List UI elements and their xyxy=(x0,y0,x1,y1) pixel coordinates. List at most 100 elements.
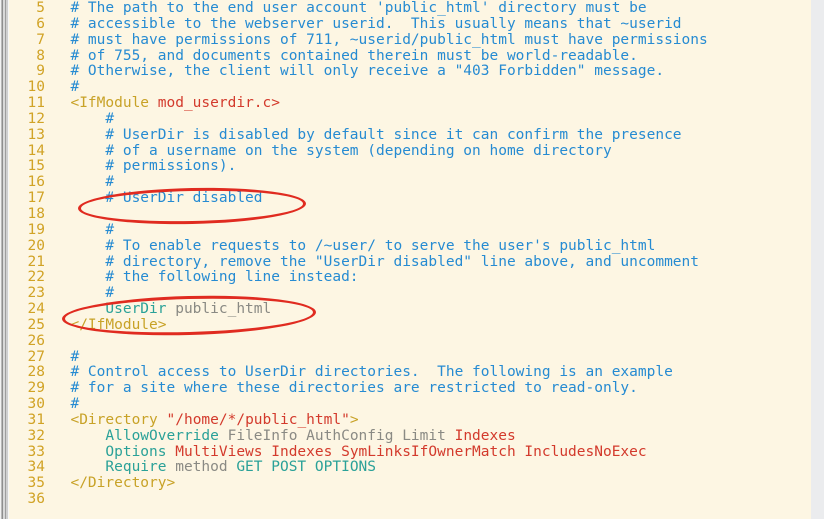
code-token: # Control access to UserDir directories.… xyxy=(53,364,673,381)
code-token: # directory, remove the "UserDir disable… xyxy=(53,253,700,270)
code-token: MultiViews Indexes SymLinksIfOwnerMatch … xyxy=(175,443,647,460)
line-number: 23 xyxy=(27,285,45,302)
code-line[interactable]: 10 # xyxy=(9,79,811,96)
line-number: 34 xyxy=(27,459,45,476)
line-text: # of a username on the system (depending… xyxy=(53,142,612,159)
code-line[interactable]: 16 # xyxy=(9,174,811,191)
code-token: # must have permissions of 711, ~userid/… xyxy=(53,31,708,48)
code-token: "/home/*/public_html" xyxy=(166,411,350,428)
line-number: 20 xyxy=(27,237,45,254)
line-text: # xyxy=(53,222,114,238)
code-line[interactable]: 15 # permissions). xyxy=(9,159,811,175)
code-line[interactable]: 34 Require method GET POST OPTIONS xyxy=(9,460,811,476)
code-token: # of 755, and documents contained therei… xyxy=(53,47,638,64)
code-line[interactable]: 5 # The path to the end user account 'pu… xyxy=(9,0,811,17)
line-number: 30 xyxy=(27,396,45,413)
line-number: 7 xyxy=(36,31,45,48)
line-text: <Directory "/home/*/public_html"> xyxy=(53,411,359,428)
line-number: 27 xyxy=(27,348,45,365)
code-line[interactable]: 13 # UserDir is disabled by default sinc… xyxy=(9,126,811,144)
code-token: <IfModule xyxy=(53,95,158,112)
line-number: 19 xyxy=(27,221,45,238)
code-line[interactable]: 20 # To enable requests to /~user/ to se… xyxy=(9,237,811,255)
line-text: # UserDir is disabled by default since i… xyxy=(53,127,681,143)
code-line[interactable]: 19 # xyxy=(9,221,811,239)
code-token: <Directory xyxy=(53,411,167,428)
code-line[interactable]: 33 Options MultiViews Indexes SymLinksIf… xyxy=(9,443,811,461)
code-line[interactable]: 18 xyxy=(9,205,811,223)
line-text: AllowOverride FileInfo AuthConfig Limit … xyxy=(53,427,515,444)
code-token: # The path to the end user account 'publ… xyxy=(53,0,647,16)
code-line[interactable]: 6 # accessible to the webserver userid. … xyxy=(9,15,811,33)
code-token: # xyxy=(53,348,80,365)
editor-left-margin-scrollbar[interactable] xyxy=(0,0,9,519)
line-text: # the following line instead: xyxy=(53,269,358,285)
line-text: # must have permissions of 711, ~userid/… xyxy=(53,31,708,48)
line-number: 13 xyxy=(27,126,45,143)
line-text: # xyxy=(53,396,79,412)
code-token: </IfModule> xyxy=(53,316,167,333)
code-line[interactable]: 7 # must have permissions of 711, ~useri… xyxy=(9,31,811,49)
code-line[interactable]: 32 AllowOverride FileInfo AuthConfig Lim… xyxy=(9,427,811,445)
line-text: UserDir public_html xyxy=(53,301,271,317)
line-number: 26 xyxy=(27,332,45,349)
code-line[interactable]: 21 # directory, remove the "UserDir disa… xyxy=(9,254,811,271)
code-line[interactable]: 17 # UserDir disabled xyxy=(9,190,811,207)
code-token: # accessible to the webserver userid. Th… xyxy=(53,15,682,32)
line-text: # xyxy=(53,111,114,127)
line-number: 14 xyxy=(27,142,45,159)
line-number: 31 xyxy=(27,411,45,428)
line-text: # xyxy=(53,285,114,301)
code-token: # of a username on the system (depending… xyxy=(53,142,612,159)
line-number: 18 xyxy=(27,205,45,222)
code-token: > xyxy=(349,411,359,428)
code-line[interactable]: 27 # xyxy=(9,348,811,366)
line-number: 35 xyxy=(27,475,45,492)
code-line[interactable]: 11 <IfModule mod_userdir.c> xyxy=(9,95,811,112)
code-line[interactable]: 9 # Otherwise, the client will only rece… xyxy=(9,63,811,80)
code-token: # xyxy=(53,221,115,238)
code-token: # xyxy=(53,79,80,96)
code-line[interactable]: 25 </IfModule> xyxy=(9,316,811,334)
code-token: # for a site where these directories are… xyxy=(53,380,638,397)
line-number: 10 xyxy=(27,79,45,96)
line-number: 28 xyxy=(27,364,45,381)
line-text: # of 755, and documents contained therei… xyxy=(53,47,638,64)
line-number: 29 xyxy=(27,380,45,397)
code-line[interactable]: 28 # Control access to UserDir directori… xyxy=(9,364,811,381)
line-number: 11 xyxy=(27,95,45,112)
code-token: # permissions). xyxy=(53,158,237,175)
code-line[interactable]: 31 <Directory "/home/*/public_html"> xyxy=(9,411,811,429)
code-line[interactable]: 36 xyxy=(9,491,811,508)
code-line[interactable]: 24 UserDir public_html xyxy=(9,301,811,318)
line-text: # xyxy=(53,79,79,95)
code-line[interactable]: 30 # xyxy=(9,396,811,413)
code-token: # Otherwise, the client will only receiv… xyxy=(53,63,665,80)
line-text: </Directory> xyxy=(53,475,175,491)
line-text: # To enable requests to /~user/ to serve… xyxy=(53,238,655,254)
line-text: # directory, remove the "UserDir disable… xyxy=(53,254,699,270)
code-token: Require xyxy=(53,459,176,476)
code-line[interactable]: 35 </Directory> xyxy=(9,475,811,492)
code-line[interactable]: 12 # xyxy=(9,111,811,128)
code-line-list: 5 # The path to the end user account 'pu… xyxy=(9,0,811,508)
code-line[interactable]: 26 xyxy=(9,332,811,350)
code-line[interactable]: 22 # the following line instead: xyxy=(9,269,811,286)
code-line[interactable]: 29 # for a site where these directories … xyxy=(9,380,811,397)
line-number: 33 xyxy=(27,443,45,460)
code-text-area[interactable]: 5 # The path to the end user account 'pu… xyxy=(9,0,811,519)
code-token: # xyxy=(53,174,115,191)
code-line[interactable]: 23 # xyxy=(9,285,811,302)
line-text: # xyxy=(53,349,79,365)
line-number: 9 xyxy=(36,63,45,80)
code-token: AllowOverride xyxy=(53,427,228,444)
code-line[interactable]: 8 # of 755, and documents contained ther… xyxy=(9,47,811,65)
code-token: # UserDir disabled xyxy=(53,190,263,207)
line-text: Options MultiViews Indexes SymLinksIfOwn… xyxy=(53,443,647,460)
code-token: method xyxy=(175,459,237,476)
line-text: </IfModule> xyxy=(53,316,167,333)
line-text: Require method GET POST OPTIONS xyxy=(53,459,376,476)
code-token: FileInfo AuthConfig Limit xyxy=(227,427,455,444)
code-line[interactable]: 14 # of a username on the system (depend… xyxy=(9,142,811,160)
code-token: # To enable requests to /~user/ to serve… xyxy=(53,237,656,254)
